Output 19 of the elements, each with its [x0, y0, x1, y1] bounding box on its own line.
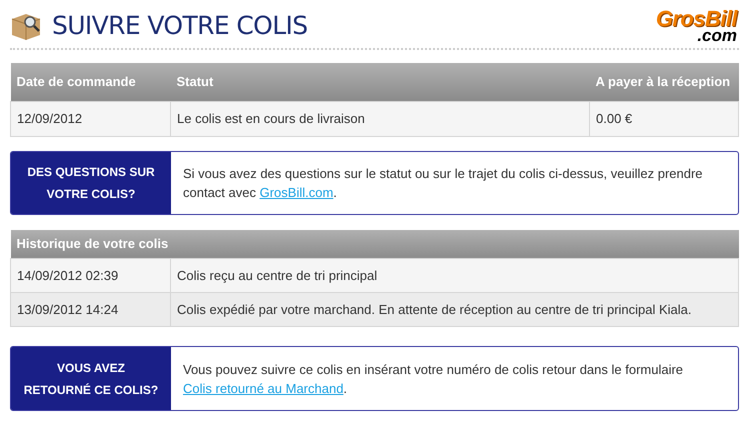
page-title: SUIVRE VOTRE COLIS	[52, 10, 308, 42]
table-cell: Colis expédié par votre marchand. En attente de réception au centre de tri principal Kiala.	[170, 292, 738, 326]
column-header: Date de commande	[10, 63, 170, 101]
box-label: VOUS AVEZ RETOURNÉ CE COLIS?	[11, 347, 171, 410]
info-text: Vous pouvez suivre ce colis en insérant votre numéro de colis retour dans le formulaire Colis retourné au Marchand.	[182, 360, 684, 398]
table-cell: 13/09/2012 14:24	[10, 292, 170, 326]
column-header: Statut	[170, 63, 590, 101]
table-cell: 12/09/2012	[10, 101, 170, 136]
table-cell: Colis reçu au centre de tri principal	[170, 258, 738, 292]
table-cell: 0.00 €	[590, 101, 738, 136]
table-cell: Le colis est en cours de livraison	[170, 101, 590, 136]
link[interactable]: Colis retourné au Marchand	[183, 380, 344, 396]
link[interactable]: GrosBill.com	[260, 184, 334, 200]
info-text: Si vous avez des questions sur le statut ou sur le trajet du colis ci-dessus, veuillez prendre contact avec GrosBill.com.	[182, 164, 704, 202]
package-icon	[10, 11, 42, 41]
column-header: A payer à la réception	[590, 63, 738, 101]
logo[interactable]: GrosBill .com	[656, 8, 737, 44]
table-cell: 14/09/2012 02:39	[10, 258, 170, 292]
box-label: DES QUESTIONS SUR VOTRE COLIS?	[11, 152, 171, 214]
